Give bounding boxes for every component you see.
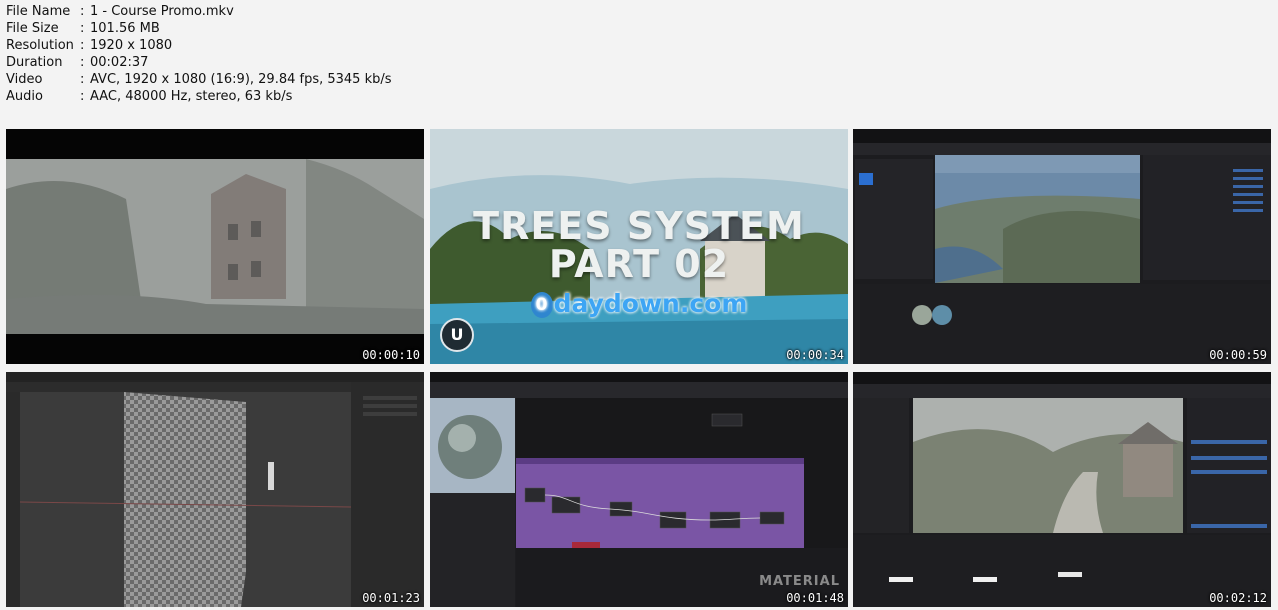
file-info-key: File Size xyxy=(6,21,59,36)
file-info-key: Audio xyxy=(6,89,43,104)
editor-village-image xyxy=(853,372,1271,607)
thumbnail-timestamp: 00:00:10 xyxy=(362,348,420,362)
file-info-key: File Name xyxy=(6,4,71,19)
file-info-row: File Size:101.56 MB xyxy=(6,20,392,37)
watermark-logo-icon: 0 xyxy=(530,292,553,318)
file-info-separator: : xyxy=(80,55,85,70)
file-info-row: Video: AVC, 1920 x 1080 (16:9), 29.84 fps… xyxy=(6,71,392,88)
editor-landscape-image xyxy=(853,129,1271,364)
material-graph-image xyxy=(430,372,848,607)
watermark: 0 daydown.com xyxy=(430,289,848,318)
thumbnail-foggy-house[interactable]: 00:00:10 xyxy=(6,129,424,364)
thumbnail-blender[interactable]: 00:01:23 xyxy=(6,372,424,607)
file-info-separator: : xyxy=(80,4,85,19)
file-info-value: 00:02:37 xyxy=(90,55,149,70)
file-info-key: Duration xyxy=(6,55,63,70)
file-info-value: AVC, 1920 x 1080 (16:9), 29.84 fps, 5345… xyxy=(90,72,392,87)
title-line-2: PART 02 xyxy=(548,242,730,286)
unreal-logo-icon: U xyxy=(440,318,474,352)
thumbnail-timestamp: 00:01:23 xyxy=(362,591,420,605)
foggy-house-image xyxy=(6,129,424,364)
title-line-1: TREES SYSTEM xyxy=(473,204,805,248)
overlay-material-label: MATERIAL xyxy=(759,574,840,589)
file-info-separator: : xyxy=(80,38,85,53)
file-info-separator: : xyxy=(80,21,85,36)
thumbnail-timestamp: 00:00:59 xyxy=(1209,348,1267,362)
thumbnail-timestamp: 00:02:12 xyxy=(1209,591,1267,605)
thumbnail-timestamp: 00:01:48 xyxy=(786,591,844,605)
file-info-row: Duration:00:02:37 xyxy=(6,54,392,71)
file-info-separator: : xyxy=(80,72,85,87)
thumbnail-timestamp: 00:00:34 xyxy=(786,348,844,362)
file-info-value: 101.56 MB xyxy=(90,21,160,36)
file-info-key: Video xyxy=(6,72,43,87)
file-info-separator: : xyxy=(80,89,85,104)
thumbnail-editor-landscape[interactable]: 00:00:59 xyxy=(853,129,1271,364)
file-info-row: Resolution:1920 x 1080 xyxy=(6,37,392,54)
file-info-row: Audio: AAC, 48000 Hz, stereo, 63 kb/s xyxy=(6,88,392,105)
thumbnail-material-graph[interactable]: MATERIAL 00:01:48 xyxy=(430,372,848,607)
thumbnail-title-card[interactable]: TREES SYSTEM PART 02 0 daydown.com U 00:0… xyxy=(430,129,848,364)
file-info-value: AAC, 48000 Hz, stereo, 63 kb/s xyxy=(90,89,293,104)
blender-mesh-image xyxy=(6,372,424,607)
file-info-value: 1 - Course Promo.mkv xyxy=(90,4,234,19)
thumbnail-editor-village[interactable]: 00:02:12 xyxy=(853,372,1271,607)
file-info-key: Resolution xyxy=(6,38,74,53)
file-info-row: File Name:1 - Course Promo.mkv xyxy=(6,3,392,20)
file-info-panel: File Name:1 - Course Promo.mkv File Size… xyxy=(6,3,392,105)
watermark-text: daydown.com xyxy=(553,289,748,318)
file-info-value: 1920 x 1080 xyxy=(90,38,173,53)
